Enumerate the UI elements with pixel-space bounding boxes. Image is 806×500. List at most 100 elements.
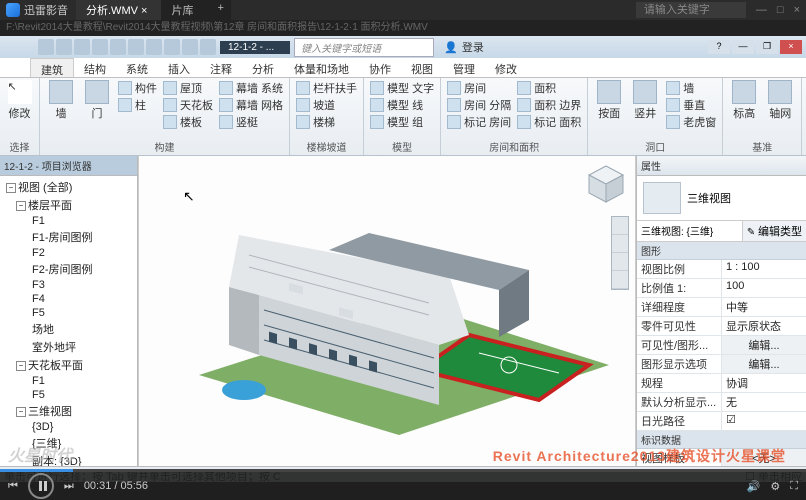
ramp-button[interactable]: 坡道 (294, 97, 359, 113)
ribbon-tab-modify[interactable]: 修改 (485, 58, 527, 77)
opening-vertical-button[interactable]: 垂直 (664, 97, 718, 113)
tree-leaf[interactable]: {3D} (4, 420, 137, 434)
ribbon-tab-structure[interactable]: 结构 (74, 58, 116, 77)
opening-byface-button[interactable]: 按面 (592, 80, 626, 121)
property-row[interactable]: 规程协调 (637, 374, 806, 393)
qat-measure-icon[interactable] (128, 39, 144, 55)
shaft-button[interactable]: 竖井 (628, 80, 662, 121)
floor-button[interactable]: 楼板 (161, 114, 215, 130)
nav-orbit-icon[interactable] (612, 271, 628, 289)
room-tag-button[interactable]: 标记 房间 (445, 114, 513, 130)
property-row[interactable]: 可见性/图形...编辑... (637, 336, 806, 355)
property-value[interactable]: 编辑... (721, 336, 806, 354)
qat-undo-icon[interactable] (74, 39, 90, 55)
ribbon-tab-massing[interactable]: 体量和场地 (284, 58, 359, 77)
property-value[interactable]: 编辑... (721, 355, 806, 373)
video-progress-bar[interactable] (0, 469, 806, 472)
player-tab-video[interactable]: 分析.WMV × (76, 0, 161, 20)
qat-redo-icon[interactable] (92, 39, 108, 55)
video-volume-icon[interactable]: 🔊 (747, 480, 761, 493)
tree-leaf[interactable]: F1 (4, 374, 137, 388)
level-button[interactable]: 标高 (727, 80, 761, 121)
component-button[interactable]: 构件 (116, 80, 159, 96)
video-pause-button[interactable] (28, 473, 54, 499)
type-selector[interactable]: 三维视图: {三维} (637, 221, 743, 241)
model-group-button[interactable]: 模型 组 (368, 114, 436, 130)
opening-wall-button[interactable]: 墙 (664, 80, 718, 96)
player-max-icon[interactable]: □ (777, 4, 784, 16)
qat-print-icon[interactable] (110, 39, 126, 55)
qat-save-icon[interactable] (56, 39, 72, 55)
room-button[interactable]: 房间 (445, 80, 513, 96)
column-button[interactable]: 柱 (116, 97, 159, 113)
qat-section-icon[interactable] (164, 39, 180, 55)
tree-leaf[interactable]: F5 (4, 306, 137, 320)
nav-wheel-icon[interactable] (612, 217, 628, 235)
property-row[interactable]: 比例值 1:100 (637, 279, 806, 298)
player-close-icon[interactable]: × (794, 4, 800, 16)
property-value[interactable]: 协调 (721, 374, 806, 392)
video-settings-icon[interactable]: ⚙ (770, 480, 780, 493)
project-browser-tree[interactable]: 视图 (全部) 楼层平面 F1 F1-房间图例 F2 F2-房间图例 F3 F4… (0, 176, 137, 466)
tree-leaf[interactable]: F1 (4, 214, 137, 228)
ribbon-tab-architecture[interactable]: 建筑 (30, 58, 74, 77)
property-row[interactable]: 日光路径 (637, 412, 806, 431)
edit-type-button[interactable]: ✎ 编辑类型 (743, 221, 806, 241)
model-line-button[interactable]: 模型 线 (368, 97, 436, 113)
curtain-grid-button[interactable]: 幕墙 网格 (217, 97, 285, 113)
room-sep-button[interactable]: 房间 分隔 (445, 97, 513, 113)
area-boundary-button[interactable]: 面积 边界 (515, 97, 583, 113)
property-value[interactable]: 无 (721, 393, 806, 411)
window-min-icon[interactable]: — (732, 40, 754, 54)
ceiling-button[interactable]: 天花板 (161, 97, 215, 113)
railing-button[interactable]: 栏杆扶手 (294, 80, 359, 96)
ribbon-tab-collaborate[interactable]: 协作 (359, 58, 401, 77)
property-value[interactable]: 100 (721, 279, 806, 297)
tree-views-root[interactable]: 视图 (全部) (4, 178, 137, 196)
player-min-icon[interactable]: — (756, 4, 767, 16)
tree-leaf[interactable]: 室外地坪 (4, 338, 137, 356)
player-add-tab[interactable]: + (207, 0, 231, 20)
property-value[interactable]: 显示原状态 (721, 317, 806, 335)
tree-ceiling-plans[interactable]: 天花板平面 (14, 356, 137, 374)
tab-close-icon[interactable]: × (141, 5, 147, 17)
modify-button[interactable]: ↖修改 (4, 80, 35, 121)
navigation-bar[interactable] (611, 216, 629, 290)
login-button[interactable]: 👤 登录 (444, 39, 484, 55)
roof-button[interactable]: 屋顶 (161, 80, 215, 96)
property-row[interactable]: 视图比例1 : 100 (637, 260, 806, 279)
window-close-icon[interactable]: × (780, 40, 802, 54)
tree-leaf[interactable]: F2 (4, 246, 137, 260)
view-cube[interactable] (583, 162, 629, 208)
help-search-input[interactable]: 键入关键字或短语 (294, 38, 434, 57)
ribbon-tab-view[interactable]: 视图 (401, 58, 443, 77)
nav-pan-icon[interactable] (612, 235, 628, 253)
dormer-button[interactable]: 老虎窗 (664, 114, 718, 130)
tree-leaf[interactable]: 场地 (4, 320, 137, 338)
curtain-system-button[interactable]: 幕墙 系统 (217, 80, 285, 96)
mullion-button[interactable]: 竖梃 (217, 114, 285, 130)
tree-leaf[interactable]: F4 (4, 292, 137, 306)
property-row[interactable]: 图形显示选项编辑... (637, 355, 806, 374)
video-fullscreen-icon[interactable]: ⛶ (790, 480, 798, 493)
ribbon-tab-insert[interactable]: 插入 (158, 58, 200, 77)
tree-floor-plans[interactable]: 楼层平面 (14, 196, 137, 214)
property-row[interactable]: 默认分析显示...无 (637, 393, 806, 412)
area-tag-button[interactable]: 标记 面积 (515, 114, 583, 130)
grid-button[interactable]: 轴网 (763, 80, 797, 121)
player-tab-library[interactable]: 片库 (161, 0, 207, 20)
ribbon-tab-manage[interactable]: 管理 (443, 58, 485, 77)
model-text-button[interactable]: 模型 文字 (368, 80, 436, 96)
tree-3d-views[interactable]: 三维视图 (14, 402, 137, 420)
property-value[interactable]: 中等 (721, 298, 806, 316)
property-row[interactable]: 详细程度中等 (637, 298, 806, 317)
drawing-canvas[interactable]: ↖ (138, 156, 636, 466)
tree-leaf[interactable]: F1-房间图例 (4, 228, 137, 246)
qat-3d-icon[interactable] (182, 39, 198, 55)
qat-sync-icon[interactable] (200, 39, 216, 55)
door-button[interactable]: 门 (80, 80, 114, 121)
video-prev-icon[interactable]: ⏮ (8, 480, 18, 493)
tree-leaf[interactable]: F5 (4, 388, 137, 402)
property-value[interactable] (721, 412, 806, 430)
nav-zoom-icon[interactable] (612, 253, 628, 271)
